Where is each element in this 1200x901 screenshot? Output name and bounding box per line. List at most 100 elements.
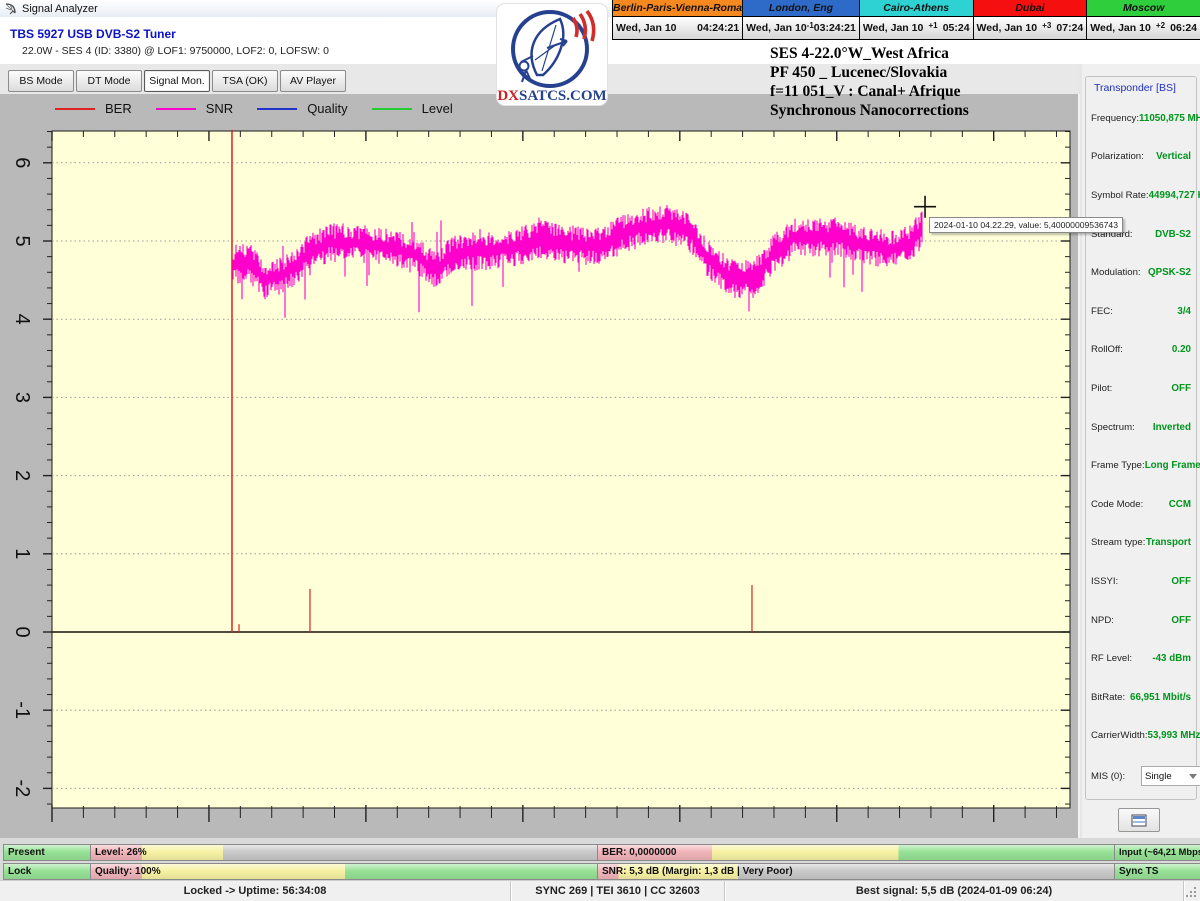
transponder-label: FEC: <box>1091 305 1113 317</box>
transponder-value: 53,993 MHz <box>1147 730 1200 742</box>
transponder-label: Code Mode: <box>1091 498 1144 510</box>
signal-chart-panel: BER SNR Quality Level 6 5 4 3 2 1 0 -1 -2 <box>0 94 1080 838</box>
clock-utc-offset: +1 <box>928 20 938 30</box>
tuner-name: TBS 5927 USB DVB-S2 Tuner <box>10 27 176 41</box>
clock-berlin-paris-vienna-roma: Berlin-Paris-Vienna-Roma Wed, Jan 10 04:24… <box>612 0 743 40</box>
transponder-row-fec: FEC: 3/4 <box>1086 292 1196 331</box>
status-section-3: Best signal: 5,5 dB (2024-01-09 06:24) <box>725 881 1184 901</box>
clock-value: 07:24 <box>1056 22 1084 34</box>
bar-sync: Sync TS <box>1114 863 1200 880</box>
clock-value: 03:24:21 <box>813 22 856 34</box>
transponder-label: RollOff: <box>1091 344 1123 356</box>
app-satellite-icon <box>4 2 17 15</box>
y-axis-label: 0 <box>11 626 33 637</box>
tab-tsa-ok[interactable]: TSA (OK) <box>212 70 278 92</box>
clock-dubai: Dubai Wed, Jan 10 +3 07:24 <box>972 0 1087 40</box>
clock-time-row: Wed, Jan 10 +2 06:24 <box>1087 17 1200 40</box>
transponder-value: Long Frame <box>1144 460 1200 472</box>
transponder-label: RF Level: <box>1091 653 1133 665</box>
transponder-value: -43 dBm <box>1152 653 1191 665</box>
transponder-value: Vertical <box>1156 151 1191 163</box>
status-section-2: SYNC 269 | TEI 3610 | CC 32603 <box>511 881 725 901</box>
mis-label: MIS (0): <box>1091 770 1126 782</box>
clock-date: Wed, Jan 10 <box>616 22 677 34</box>
tab-dt-mode[interactable]: DT Mode <box>76 70 142 92</box>
dxsatcs-logo: DXSATCS.COM <box>497 4 607 105</box>
save-button[interactable] <box>1118 808 1160 832</box>
transponder-label: Frame Type: <box>1091 460 1145 472</box>
bar-lock: Lock <box>3 863 93 880</box>
clock-moscow: Moscow Wed, Jan 10 +2 06:24 <box>1086 0 1200 40</box>
transponder-value: OFF <box>1171 575 1191 587</box>
transponder-value: Transport <box>1145 537 1191 549</box>
transponder-label: Pilot: <box>1091 382 1113 394</box>
world-clocks: Berlin-Paris-Vienna-Roma Wed, Jan 10 04:24… <box>612 0 1200 40</box>
y-axis-label: 2 <box>11 470 33 481</box>
transponder-value: 3/4 <box>1177 305 1191 317</box>
transponder-value: QPSK-S2 <box>1147 267 1191 279</box>
y-axis-label: 6 <box>11 157 33 168</box>
transponder-label: Frequency: <box>1091 112 1139 124</box>
transponder-row-frequency: Frequency:11050,875 MHz <box>1086 99 1200 138</box>
y-axis-label: -2 <box>11 780 33 798</box>
transponder-value: 0.20 <box>1171 344 1191 356</box>
transponder-header-text: SES 4-22.0°W_West Africa PF 450 _ Lucenec… <box>770 44 969 120</box>
status-section-1: Locked -> Uptime: 56:34:08 <box>0 881 511 901</box>
snr-plot[interactable]: 6 5 4 3 2 1 0 -1 -2 <box>0 94 1078 838</box>
transponder-value: OFF <box>1171 614 1191 626</box>
signal-analyzer-window: { "window": { "title": "Signal Analyzer"… <box>0 0 1200 901</box>
clock-time-row: Wed, Jan 10 +3 07:24 <box>973 17 1087 40</box>
transponder-row-symbol-rate: Symbol Rate:44994,727 KS/s <box>1086 176 1200 215</box>
transponder-label: Symbol Rate: <box>1091 189 1149 201</box>
transponder-rows: Frequency:11050,875 MHz Polarization: Vert… <box>1086 99 1200 756</box>
transponder-value: DVB-S2 <box>1155 228 1191 240</box>
transponder-value: 11050,875 MHz <box>1139 112 1200 124</box>
transponder-groupbox-title: Transponder [BS] <box>1091 82 1179 94</box>
y-axis-label: -1 <box>11 701 33 719</box>
clock-utc-offset: -1 <box>806 20 814 30</box>
header-line: f=11 051_V : Canal+ Afrique <box>770 83 961 100</box>
clock-city-label: Dubai <box>973 0 1087 17</box>
save-icon <box>1131 814 1147 826</box>
clock-date: Wed, Jan 10 <box>746 22 807 34</box>
clock-time-row: Wed, Jan 10 +1 05:24 <box>859 17 973 40</box>
transponder-value: CCM <box>1168 498 1191 510</box>
transponder-row-rolloff: RollOff: 0.20 <box>1086 331 1196 370</box>
satellite-dish-logo-icon: DXSATCS.COM <box>497 9 607 104</box>
transponder-value: OFF <box>1171 382 1191 394</box>
transponder-groupbox: Transponder [BS] Frequency:11050,875 MHz… <box>1085 76 1200 800</box>
header-line: PF 450 _ Lucenec/Slovakia <box>770 64 948 81</box>
clock-time-row: Wed, Jan 10 04:24:21 <box>613 17 743 40</box>
header-line: Synchronous Nanocorrections <box>770 102 969 119</box>
transponder-label: NPD: <box>1091 614 1114 626</box>
clock-date: Wed, Jan 10 <box>862 22 924 34</box>
tab-signal-mon[interactable]: Signal Mon. <box>144 70 210 92</box>
tuner-subtitle: 22.0W - SES 4 (ID: 3380) @ LOF1: 9750000… <box>22 45 329 57</box>
tab-av-player[interactable]: AV Player <box>280 70 346 92</box>
transponder-row-bitrate: BitRate: 66,951 Mbit/s <box>1086 678 1196 717</box>
y-axis-label: 3 <box>11 392 33 403</box>
clock-value: 06:24 <box>1170 22 1198 34</box>
resize-grip[interactable] <box>1186 887 1198 899</box>
mis-selected-value: Single <box>1145 770 1172 782</box>
transponder-row-npd: NPD: OFF <box>1086 601 1196 640</box>
transponder-panel: Transponder [BS] Frequency:11050,875 MHz… <box>1082 64 1200 838</box>
chevron-down-icon <box>1189 773 1197 779</box>
clock-utc-offset: +3 <box>1042 20 1052 30</box>
y-axis-label: 5 <box>11 235 33 246</box>
transponder-row-modulation: Modulation: QPSK-S2 <box>1086 253 1196 292</box>
clock-date: Wed, Jan 10 <box>1090 22 1151 34</box>
transponder-row-stream-type: Stream type: Transport <box>1086 524 1196 563</box>
clock-city-label: Moscow <box>1087 0 1200 17</box>
tab-bs-mode[interactable]: BS Mode <box>8 70 74 92</box>
transponder-label: Modulation: <box>1091 267 1141 279</box>
transponder-row-issyi: ISSYI: OFF <box>1086 562 1196 601</box>
status-bar: Locked -> Uptime: 56:34:08 SYNC 269 | TEI… <box>0 880 1200 901</box>
clock-city-label: London, Eng <box>743 0 859 17</box>
mis-select[interactable]: Single <box>1141 766 1200 786</box>
clock-cairo-athens: Cairo-Athens Wed, Jan 10 +1 05:24 <box>858 0 973 40</box>
transponder-row-carrierwidth: CarrierWidth: 53,993 MHz <box>1086 717 1200 756</box>
bar-ber: BER: 0,0000000 <box>597 844 1117 861</box>
bar-quality: Quality: 100% <box>90 863 600 880</box>
bar-snr: SNR: 5,3 dB (Margin: 1,3 dB | Very Poor) <box>597 863 1117 880</box>
